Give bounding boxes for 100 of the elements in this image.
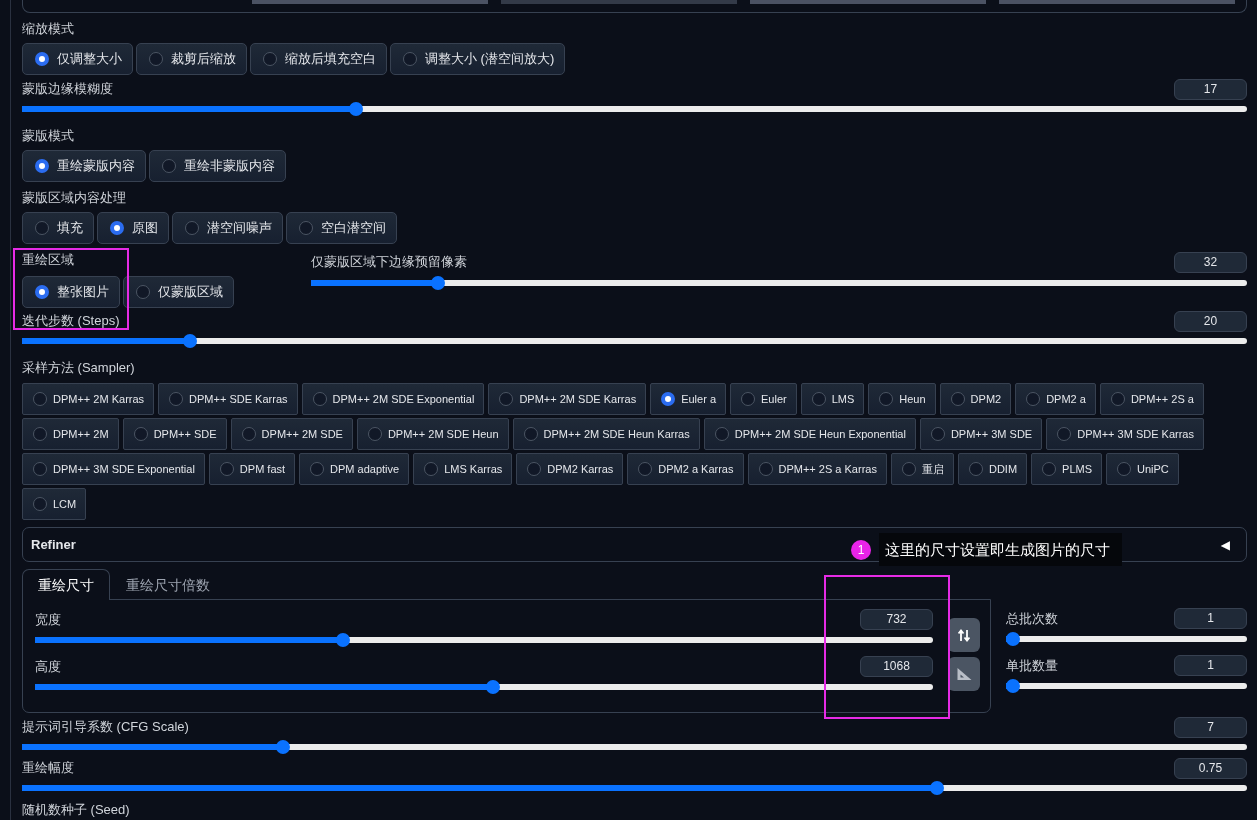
radio-button[interactable]	[241, 427, 256, 441]
number-field[interactable]: 20	[1174, 310, 1247, 332]
radio-button[interactable]	[33, 462, 47, 476]
radio-button[interactable]	[312, 392, 327, 406]
radio-option[interactable]: DPM++ 2M SDE Heun	[356, 418, 509, 450]
radio-option[interactable]: DPM2	[939, 383, 1012, 415]
radio-button[interactable]	[367, 427, 382, 441]
radio-button[interactable]	[1117, 462, 1131, 476]
radio-button[interactable]	[162, 159, 176, 173]
radio-button[interactable]	[1110, 392, 1125, 406]
radio-option[interactable]: 仅调整大小	[22, 43, 133, 75]
radio-option[interactable]: Euler	[730, 383, 797, 415]
radio-option[interactable]: PLMS	[1031, 453, 1102, 485]
radio-option[interactable]: 裁剪后缩放	[136, 43, 247, 75]
slider-fill[interactable]	[1006, 679, 1020, 693]
radio-button[interactable]	[901, 462, 916, 476]
radio-button[interactable]	[35, 221, 49, 235]
radio-option[interactable]: 重绘蒙版内容	[22, 150, 146, 182]
radio-option[interactable]: 仅蒙版区域	[123, 276, 234, 308]
radio-button[interactable]	[741, 392, 755, 406]
radio-option[interactable]: DPM++ 2M SDE Heun Karras	[512, 418, 700, 450]
radio-option[interactable]: DPM++ 3M SDE Karras	[1046, 418, 1204, 450]
number-field[interactable]: 17	[1174, 78, 1247, 100]
radio-button[interactable]	[263, 52, 277, 66]
radio-option[interactable]: DPM++ 2M Karras	[22, 383, 155, 415]
radio-button[interactable]	[1026, 392, 1041, 406]
slider[interactable]	[35, 633, 933, 647]
radio-option[interactable]: DPM2 Karras	[516, 453, 624, 485]
radio-button[interactable]	[169, 392, 184, 406]
radio-button[interactable]	[930, 427, 945, 441]
radio-option[interactable]: 整张图片	[22, 276, 120, 308]
number-field[interactable]: 1	[1174, 655, 1247, 676]
slider[interactable]	[22, 740, 1247, 754]
number-field[interactable]: 7	[1174, 716, 1247, 738]
radio-option[interactable]: DPM++ 2S a Karras	[747, 453, 887, 485]
radio-button[interactable]	[133, 427, 148, 441]
number-field[interactable]: 1	[1174, 608, 1247, 629]
radio-option[interactable]: DPM++ 2M SDE Heun Exponential	[703, 418, 916, 450]
tab[interactable]: 重绘尺寸倍数	[110, 569, 226, 599]
radio-option[interactable]: 重绘非蒙版内容	[149, 150, 286, 182]
radio-button[interactable]	[527, 462, 542, 476]
radio-button[interactable]	[33, 392, 47, 406]
radio-option[interactable]: 潜空间噪声	[172, 212, 283, 244]
slider[interactable]	[311, 276, 1247, 290]
radio-option[interactable]: DPM++ 3M SDE	[919, 418, 1043, 450]
radio-option[interactable]: DPM fast	[208, 453, 296, 485]
radio-button[interactable]	[714, 427, 729, 441]
radio-button[interactable]	[950, 392, 965, 406]
radio-button[interactable]	[403, 52, 417, 66]
radio-button[interactable]	[968, 462, 983, 476]
radio-button[interactable]	[219, 462, 234, 476]
slider-fill[interactable]	[1006, 632, 1020, 646]
radio-option[interactable]: DPM++ 2M SDE	[230, 418, 353, 450]
radio-option[interactable]: DPM++ 2M SDE Karras	[488, 383, 647, 415]
radio-button[interactable]	[149, 52, 163, 66]
number-field[interactable]: 732	[860, 609, 933, 630]
radio-button[interactable]	[811, 392, 826, 406]
radio-option[interactable]: DPM adaptive	[299, 453, 410, 485]
radio-option[interactable]: DPM++ SDE Karras	[158, 383, 298, 415]
radio-option[interactable]: DPM++ 2M	[22, 418, 119, 450]
radio-button[interactable]	[661, 392, 676, 406]
radio-button[interactable]	[33, 497, 47, 511]
swap-button[interactable]	[948, 618, 980, 652]
slider[interactable]	[35, 680, 933, 694]
slider[interactable]	[1006, 632, 1247, 646]
slider[interactable]	[1006, 679, 1247, 693]
radio-button[interactable]	[35, 285, 49, 299]
radio-option[interactable]: UniPC	[1106, 453, 1179, 485]
radio-button[interactable]	[499, 392, 514, 406]
radio-button[interactable]	[33, 427, 47, 441]
radio-option[interactable]: DDIM	[957, 453, 1028, 485]
radio-option[interactable]: DPM++ 2M SDE Exponential	[301, 383, 485, 415]
radio-option[interactable]: Euler a	[650, 383, 726, 415]
tab[interactable]: 重绘尺寸	[22, 569, 110, 600]
radio-option[interactable]: DPM++ 3M SDE Exponential	[22, 453, 205, 485]
radio-option[interactable]: 缩放后填充空白	[250, 43, 387, 75]
collapse-toggle[interactable]: ◀	[1220, 537, 1230, 552]
radio-button[interactable]	[523, 427, 538, 441]
radio-option[interactable]: DPM++ SDE	[122, 418, 227, 450]
radio-button[interactable]	[758, 462, 773, 476]
radio-button[interactable]	[136, 285, 150, 299]
number-field[interactable]: 1068	[860, 656, 933, 677]
radio-option[interactable]: DPM2 a Karras	[627, 453, 744, 485]
radio-button[interactable]	[35, 159, 49, 173]
radio-button[interactable]	[424, 462, 439, 476]
radio-button[interactable]	[638, 462, 653, 476]
radio-option[interactable]: 重启	[890, 453, 954, 485]
radio-option[interactable]: 填充	[22, 212, 94, 244]
radio-option[interactable]: DPM++ 2S a	[1099, 383, 1204, 415]
number-field[interactable]: 32	[1174, 251, 1247, 273]
radio-button[interactable]	[299, 221, 313, 235]
slider[interactable]	[22, 781, 1247, 795]
radio-option[interactable]: LMS Karras	[413, 453, 513, 485]
aspect-ratio-button[interactable]	[948, 657, 980, 691]
radio-button[interactable]	[185, 221, 199, 235]
radio-option[interactable]: LCM	[22, 488, 87, 520]
radio-option[interactable]: 原图	[97, 212, 169, 244]
radio-button[interactable]	[310, 462, 325, 476]
radio-button[interactable]	[1042, 462, 1057, 476]
radio-button[interactable]	[879, 392, 894, 406]
